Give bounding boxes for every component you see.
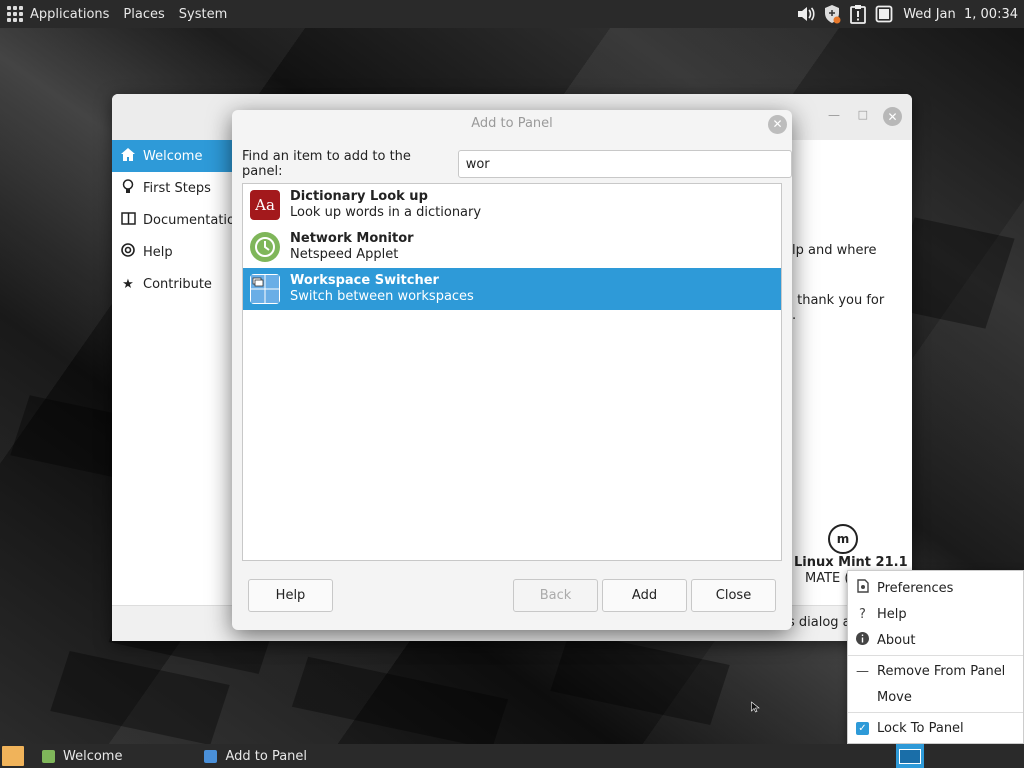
task-label: Add to Panel [225, 748, 308, 764]
menu-item-label: Preferences [877, 580, 954, 596]
item-name: Dictionary Look up [290, 189, 428, 204]
mouse-cursor-icon [751, 701, 760, 713]
dictionary-icon: Aa [250, 190, 280, 220]
applications-menu[interactable]: Applications [0, 0, 116, 28]
item-description: Switch between workspaces [290, 289, 474, 304]
brand-edition: MATE ( [805, 571, 850, 586]
wallpaper-tile [50, 650, 230, 746]
checkbox-checked-icon[interactable]: ✓ [856, 721, 869, 735]
item-name: Network Monitor [290, 231, 414, 246]
top-panel: Applications Places System Wed Jan 1, 00… [0, 0, 1024, 28]
menu-item-help[interactable]: ? Help [848, 601, 1023, 627]
volume-icon[interactable] [795, 3, 817, 25]
question-icon: ? [859, 606, 866, 622]
minimize-icon[interactable]: — [828, 108, 840, 122]
show-desktop-button[interactable] [2, 746, 24, 766]
bottom-panel: Welcome Add to Panel [0, 744, 1024, 768]
taskbar-item-welcome[interactable]: Welcome [32, 744, 132, 768]
home-icon [121, 147, 135, 165]
info-icon [856, 631, 869, 649]
menu-item-label: Remove From Panel [877, 663, 1006, 679]
sidebar-item-label: Help [143, 244, 173, 260]
star-icon: ★ [122, 276, 134, 292]
preferences-icon [856, 579, 869, 597]
welcome-sidebar: Welcome First Steps Documentation Help ★… [112, 140, 243, 605]
welcome-body-text: lp and where [792, 243, 877, 258]
add-button[interactable]: Add [602, 579, 687, 612]
lightbulb-icon [121, 178, 135, 198]
wallpaper-tile [291, 656, 509, 750]
show-dialog-text: s dialog a [788, 615, 851, 630]
item-name: Workspace Switcher [290, 273, 439, 288]
applications-menu-label: Applications [30, 6, 110, 22]
menu-item-lock-to-panel[interactable]: ✓ Lock To Panel [848, 715, 1023, 741]
list-item-dictionary[interactable]: Aa Dictionary Look up Look up words in a… [243, 184, 781, 226]
sidebar-item-help[interactable]: Help [112, 236, 232, 268]
sidebar-item-welcome[interactable]: Welcome [112, 140, 232, 172]
mint-welcome-icon [42, 749, 55, 763]
back-button[interactable]: Back [513, 579, 598, 612]
workspace-switcher-applet[interactable] [896, 744, 924, 768]
search-input[interactable] [457, 150, 792, 178]
dialog-title: Add to Panel [471, 116, 553, 131]
dialog-titlebar[interactable]: Add to Panel ✕ [232, 110, 792, 138]
sidebar-item-documentation[interactable]: Documentation [112, 204, 243, 236]
system-menu[interactable]: System [172, 0, 234, 28]
sidebar-item-label: Welcome [143, 148, 203, 164]
clock[interactable]: Wed Jan 1, 00:34 [903, 7, 1018, 22]
update-shield-icon[interactable] [821, 3, 843, 25]
help-button[interactable]: Help [248, 579, 333, 612]
find-row: Find an item to add to the panel: [242, 149, 792, 179]
wallpaper-tile [550, 630, 730, 726]
display-icon[interactable] [873, 3, 895, 25]
find-label: Find an item to add to the panel: [242, 149, 411, 179]
sidebar-item-label: First Steps [143, 180, 211, 196]
menu-separator [848, 655, 1023, 656]
taskbar-item-add-to-panel[interactable]: Add to Panel [194, 744, 317, 768]
list-item-network-monitor[interactable]: Network Monitor Netspeed Applet [243, 226, 781, 268]
menu-item-label: Lock To Panel [877, 720, 964, 736]
workspace-switcher-icon [250, 274, 280, 304]
menu-item-about[interactable]: About [848, 627, 1023, 653]
menu-separator [848, 712, 1023, 713]
system-tray: Wed Jan 1, 00:34 [795, 3, 1024, 25]
welcome-body-text: . [792, 308, 797, 323]
welcome-body-text: thank you for [793, 293, 885, 308]
close-button[interactable]: Close [691, 579, 776, 612]
sidebar-item-label: Contribute [143, 276, 212, 292]
add-to-panel-icon [204, 749, 218, 763]
menu-item-label: Help [877, 606, 907, 622]
sidebar-item-label: Documentation [143, 212, 244, 228]
add-to-panel-dialog: Add to Panel ✕ Find an item to add to th… [232, 110, 792, 630]
list-item-workspace-switcher[interactable]: Workspace Switcher Switch between worksp… [243, 268, 781, 310]
dialog-close-icon[interactable]: ✕ [768, 115, 787, 134]
sidebar-item-contribute[interactable]: ★ Contribute [112, 268, 232, 300]
places-menu[interactable]: Places [116, 0, 171, 28]
task-label: Welcome [63, 748, 123, 764]
menu-item-remove-from-panel[interactable]: — Remove From Panel [848, 658, 1023, 684]
network-monitor-icon [250, 232, 280, 262]
maximize-icon[interactable]: □ [858, 108, 868, 121]
menu-item-move[interactable]: Move [848, 684, 1023, 710]
item-description: Netspeed Applet [290, 247, 399, 262]
welcome-close-icon[interactable]: ✕ [883, 107, 902, 126]
menu-item-label: Move [877, 689, 912, 705]
menu-item-preferences[interactable]: Preferences [848, 575, 1023, 601]
book-icon [121, 211, 136, 229]
menu-item-label: About [877, 632, 916, 648]
linux-mint-logo: m [828, 524, 858, 554]
apps-grid-icon [7, 6, 23, 22]
applet-list: Aa Dictionary Look up Look up words in a… [242, 183, 782, 561]
lifebuoy-icon [121, 243, 135, 261]
clipboard-alert-icon[interactable] [847, 3, 869, 25]
brand-name: Linux Mint 21.1 [794, 555, 908, 570]
panel-context-menu: Preferences ? Help About — Remove From P… [847, 570, 1024, 744]
sidebar-item-first-steps[interactable]: First Steps [112, 172, 232, 204]
remove-icon: — [856, 663, 869, 679]
item-description: Look up words in a dictionary [290, 205, 482, 220]
